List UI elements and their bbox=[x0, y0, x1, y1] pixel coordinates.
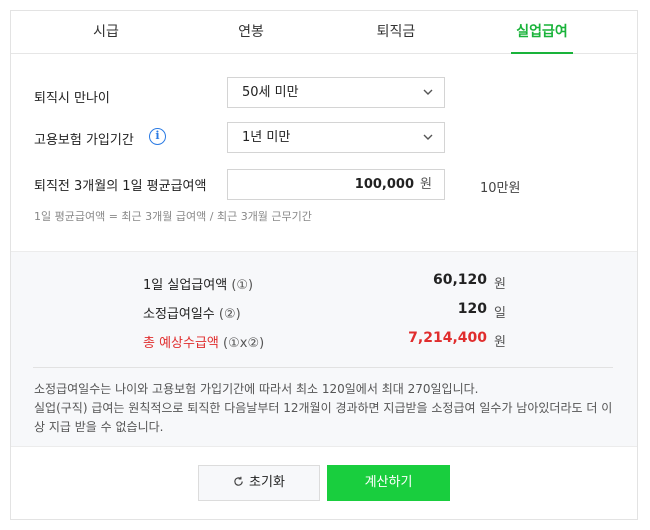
calculate-button[interactable]: 계산하기 bbox=[327, 465, 450, 501]
calculate-button-label: 계산하기 bbox=[364, 475, 413, 490]
benefit-days-label: 소정급여일수 (②) bbox=[143, 303, 241, 322]
total-benefit-value: 7,214,400 bbox=[408, 330, 487, 346]
chevron-down-icon bbox=[423, 89, 433, 95]
tab-annual-salary[interactable]: 연봉 bbox=[220, 11, 282, 53]
total-benefit-label-text: 총 예상수급액 bbox=[143, 336, 219, 351]
unemployment-calculator-card: 시급 연봉 퇴직금 실업급여 퇴직시 만나이 50세 미만 고용보험 가입기간 … bbox=[10, 10, 638, 520]
total-benefit-unit: 원 bbox=[494, 335, 506, 350]
refresh-icon bbox=[234, 476, 243, 486]
average-wage-label: 퇴직전 3개월의 1일 평균급여액 bbox=[34, 179, 207, 194]
chevron-down-icon bbox=[423, 134, 433, 140]
average-wage-unit: 원 bbox=[420, 177, 432, 192]
average-wage-formula: 1일 평균급여액 = 최근 3개월 급여액 / 최근 3개월 근무기간 bbox=[34, 210, 312, 223]
daily-benefit-unit: 원 bbox=[494, 277, 506, 292]
daily-benefit-value: 60,120 bbox=[432, 272, 487, 288]
age-select[interactable]: 50세 미만 bbox=[227, 77, 445, 108]
tab-unemployment-benefit[interactable]: 실업급여 bbox=[511, 11, 573, 54]
benefit-note: 소정급여일수는 나이와 고용보험 가입기간에 따라서 최소 120일에서 최대 … bbox=[34, 380, 614, 437]
daily-benefit-label: 1일 실업급여액 (①) bbox=[143, 274, 253, 293]
total-benefit-mark: (①x②) bbox=[223, 336, 265, 351]
average-wage-input[interactable]: 100,000 원 bbox=[227, 169, 445, 200]
benefit-days-label-text: 소정급여일수 bbox=[143, 307, 215, 322]
benefit-days-mark: (②) bbox=[218, 307, 241, 322]
insurance-period-select-value: 1년 미만 bbox=[242, 130, 291, 145]
daily-benefit-label-text: 1일 실업급여액 bbox=[143, 278, 228, 293]
tab-severance[interactable]: 퇴직금 bbox=[365, 11, 427, 53]
daily-benefit-mark: (①) bbox=[231, 278, 254, 293]
insurance-period-label: 고용보험 가입기간 bbox=[34, 133, 134, 148]
average-wage-value: 100,000 bbox=[354, 177, 414, 192]
results-panel: 1일 실업급여액 (①) 60,120 원 소정급여일수 (②) 120 일 총… bbox=[11, 251, 637, 447]
total-benefit-label: 총 예상수급액 (①x②) bbox=[143, 332, 264, 351]
insurance-period-select[interactable]: 1년 미만 bbox=[227, 122, 445, 153]
tab-hourly[interactable]: 시급 bbox=[75, 11, 137, 53]
age-select-value: 50세 미만 bbox=[242, 85, 299, 100]
reset-button-label: 초기화 bbox=[249, 475, 285, 490]
age-label: 퇴직시 만나이 bbox=[34, 91, 110, 106]
info-icon[interactable]: i bbox=[149, 128, 166, 145]
benefit-days-value: 120 bbox=[457, 301, 487, 317]
calculator-tabs: 시급 연봉 퇴직금 실업급여 bbox=[11, 11, 637, 54]
benefit-note-line: 실업(구직) 급여는 원칙적으로 퇴직한 다음날부터 12개월이 경과하면 지급… bbox=[34, 401, 613, 434]
reset-button[interactable]: 초기화 bbox=[198, 465, 320, 501]
benefit-days-unit: 일 bbox=[494, 306, 506, 321]
average-wage-hint: 10만원 bbox=[480, 181, 521, 196]
benefit-note-line: 소정급여일수는 나이와 고용보험 가입기간에 따라서 최소 120일에서 최대 … bbox=[34, 382, 479, 396]
results-divider bbox=[33, 367, 613, 368]
